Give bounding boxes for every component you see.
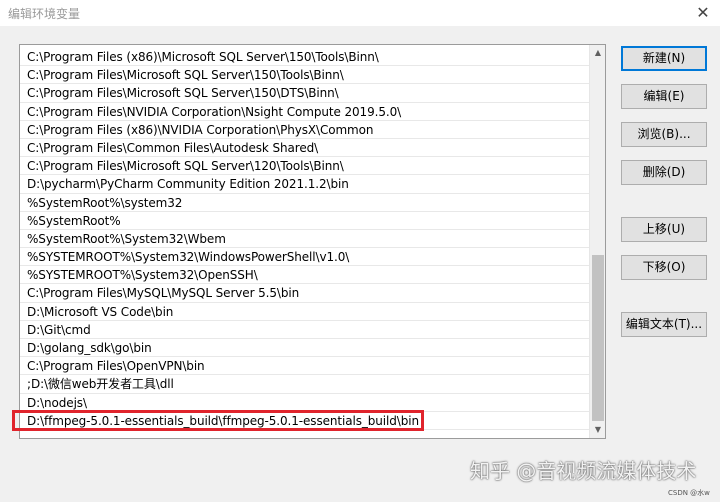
- title-bar: 编辑环境变量 ✕: [0, 0, 720, 26]
- edit-text-button[interactable]: 编辑文本(T)...: [621, 312, 707, 337]
- path-list-item[interactable]: C:\Program Files\Microsoft SQL Server\12…: [20, 157, 590, 176]
- path-list-item[interactable]: %SystemRoot%: [20, 212, 590, 230]
- path-list-item[interactable]: C:\Program Files\OpenVPN\bin: [20, 357, 590, 376]
- path-list-item[interactable]: %SystemRoot%\System32\Wbem: [20, 230, 590, 249]
- path-list-item[interactable]: C:\Program Files\Common Files\Autodesk S…: [20, 139, 590, 158]
- path-list-item[interactable]: D:\ffmpeg-5.0.1-essentials_build\ffmpeg-…: [20, 412, 590, 430]
- path-list-item[interactable]: %SYSTEMROOT%\System32\OpenSSH\: [20, 266, 590, 285]
- path-list-item[interactable]: C:\Program Files\NVIDIA Corporation\Nsig…: [20, 103, 590, 121]
- edit-button[interactable]: 编辑(E): [621, 84, 707, 109]
- path-list-item[interactable]: %SystemRoot%\system32: [20, 194, 590, 212]
- path-list-item[interactable]: %SYSTEMROOT%\System32\WindowsPowerShell\…: [20, 248, 590, 267]
- path-list-item[interactable]: D:\golang_sdk\go\bin: [20, 339, 590, 358]
- path-list[interactable]: C:\Program Files (x86)\Microsoft SQL Ser…: [19, 44, 606, 439]
- watermark-small-text: CSDN @水w: [668, 489, 710, 497]
- list-scrollbar[interactable]: ▲ ▼: [589, 45, 605, 438]
- path-list-item[interactable]: C:\Program Files (x86)\NVIDIA Corporatio…: [20, 121, 590, 139]
- path-list-item[interactable]: D:\Microsoft VS Code\bin: [20, 303, 590, 321]
- scroll-up-icon[interactable]: ▲: [590, 45, 606, 61]
- move-up-button[interactable]: 上移(U): [621, 217, 707, 242]
- scrollbar-thumb[interactable]: [592, 255, 604, 421]
- path-list-item[interactable]: C:\Program Files (x86)\Microsoft SQL Ser…: [20, 48, 590, 67]
- path-list-items: C:\Program Files (x86)\Microsoft SQL Ser…: [20, 48, 590, 430]
- path-list-item[interactable]: C:\Program Files\MySQL\MySQL Server 5.5\…: [20, 284, 590, 303]
- watermark-text: 知乎 @音视频流媒体技术: [470, 459, 697, 483]
- path-list-item[interactable]: D:\Git\cmd: [20, 321, 590, 339]
- browse-button[interactable]: 浏览(B)...: [621, 122, 707, 147]
- close-icon[interactable]: ✕: [692, 2, 714, 24]
- path-list-item[interactable]: C:\Program Files\Microsoft SQL Server\15…: [20, 84, 590, 103]
- scroll-down-icon[interactable]: ▼: [590, 422, 606, 438]
- delete-button[interactable]: 删除(D): [621, 160, 707, 185]
- path-list-item[interactable]: C:\Program Files\Microsoft SQL Server\15…: [20, 66, 590, 85]
- window-title: 编辑环境变量: [8, 7, 81, 21]
- new-button[interactable]: 新建(N): [621, 46, 707, 71]
- path-list-item[interactable]: ;D:\微信web开发者工具\dll: [20, 375, 590, 394]
- move-down-button[interactable]: 下移(O): [621, 255, 707, 280]
- path-list-item[interactable]: D:\nodejs\: [20, 394, 590, 412]
- path-list-item[interactable]: D:\pycharm\PyCharm Community Edition 202…: [20, 175, 590, 194]
